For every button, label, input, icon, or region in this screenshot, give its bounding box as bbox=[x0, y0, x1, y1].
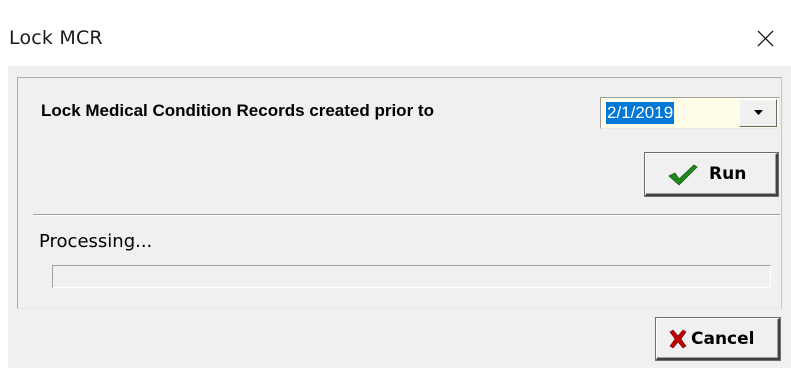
close-icon bbox=[757, 30, 774, 47]
run-button[interactable]: Run bbox=[645, 153, 778, 196]
chevron-down-icon bbox=[754, 110, 763, 115]
close-button[interactable] bbox=[748, 24, 782, 54]
x-icon bbox=[669, 329, 687, 349]
run-button-label: Run bbox=[709, 164, 747, 184]
progress-bar bbox=[52, 265, 771, 288]
date-dropdown-button[interactable] bbox=[739, 99, 777, 127]
divider bbox=[33, 214, 780, 216]
title-bar: Lock MCR bbox=[0, 0, 791, 66]
status-text: Processing... bbox=[39, 231, 153, 252]
cancel-button[interactable]: Cancel bbox=[656, 318, 780, 360]
lock-date-label: Lock Medical Condition Records created p… bbox=[41, 101, 434, 120]
date-value[interactable]: 2/1/2019 bbox=[606, 102, 675, 124]
cancel-button-label: Cancel bbox=[691, 329, 755, 349]
checkmark-icon bbox=[668, 164, 698, 186]
window-title: Lock MCR bbox=[9, 27, 103, 49]
